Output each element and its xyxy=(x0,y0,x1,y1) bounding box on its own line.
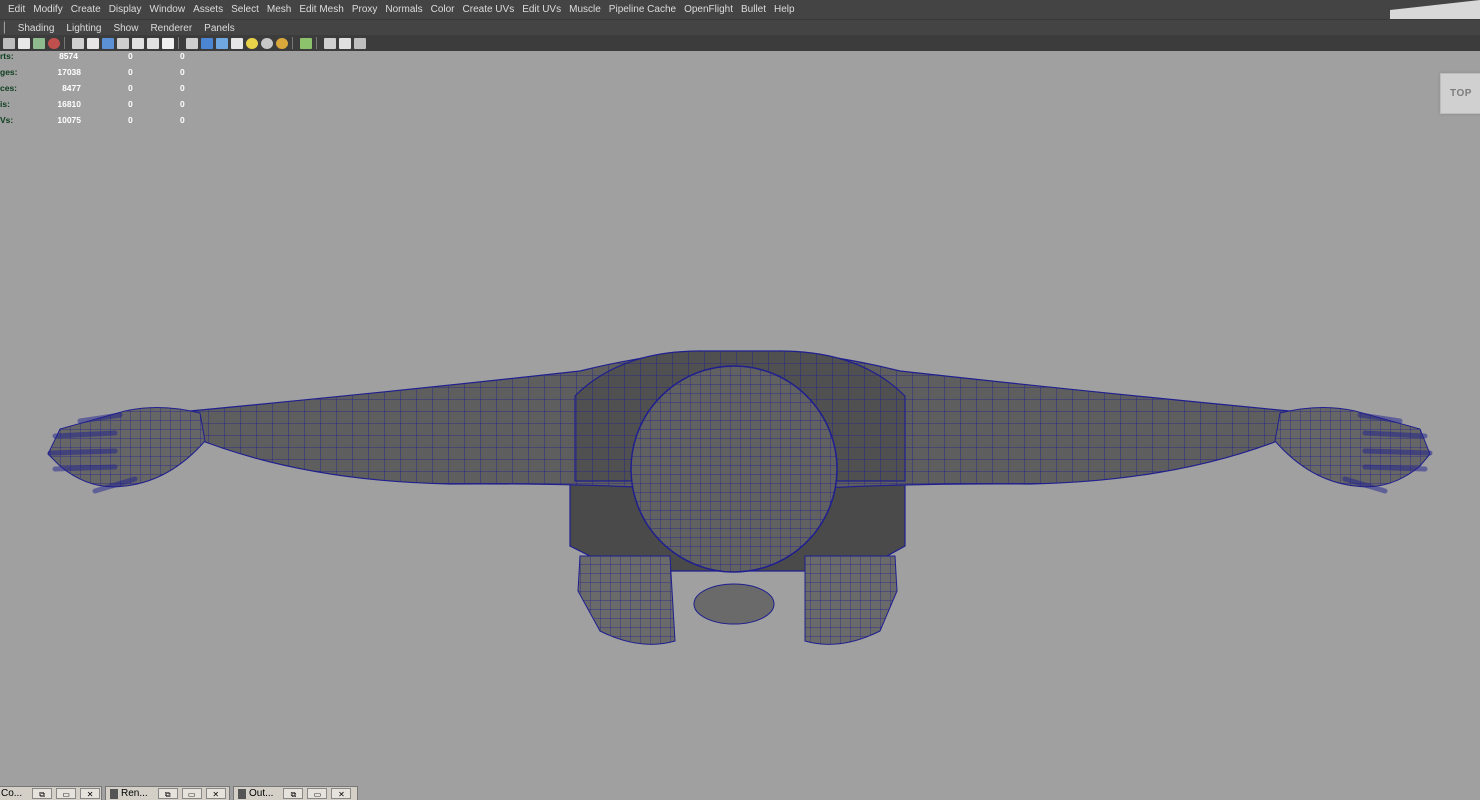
menu-help[interactable]: Help xyxy=(771,4,800,15)
panel-menu-lighting[interactable]: Lighting xyxy=(60,23,107,34)
toolbar-separator xyxy=(64,37,65,49)
menu-pipeline-cache[interactable]: Pipeline Cache xyxy=(606,4,681,15)
menu-edit-uvs[interactable]: Edit UVs xyxy=(519,4,566,15)
panel-menu-shading[interactable]: Shading xyxy=(12,23,61,34)
image-plane-icon[interactable] xyxy=(33,37,45,49)
menu-assets[interactable]: Assets xyxy=(190,4,228,15)
menu-display[interactable]: Display xyxy=(106,4,147,15)
film-gate-icon[interactable] xyxy=(72,37,84,49)
camera-attributes-icon[interactable] xyxy=(3,37,15,49)
panel-menu-panels[interactable]: Panels xyxy=(198,23,241,34)
menu-edit[interactable]: Edit xyxy=(0,4,30,15)
close-button[interactable]: ✕ xyxy=(80,788,101,799)
menu-proxy[interactable]: Proxy xyxy=(349,4,383,15)
right-hand xyxy=(1274,406,1433,494)
default-light-icon[interactable] xyxy=(216,37,228,49)
window-label: Out... xyxy=(249,788,274,799)
isolate-icon[interactable] xyxy=(186,37,198,49)
close-button[interactable]: ✕ xyxy=(205,788,226,799)
wireframe-icon[interactable] xyxy=(102,37,114,49)
xray-icon[interactable] xyxy=(201,37,213,49)
viewport[interactable]: rts: 8574 0 0 ges: 17038 0 0 ces: 8477 0 0 is: 168… xyxy=(0,51,1480,785)
menu-openflight[interactable]: OpenFlight xyxy=(681,4,738,15)
bookmark-icon[interactable] xyxy=(18,37,30,49)
outliner-window-icon xyxy=(238,788,246,799)
menu-create[interactable]: Create xyxy=(68,4,106,15)
menu-modify[interactable]: Modify xyxy=(30,4,67,15)
toolbar-separator xyxy=(316,37,317,49)
menu-bullet[interactable]: Bullet xyxy=(738,4,771,15)
textured-icon[interactable] xyxy=(147,37,159,49)
viewcube-icon[interactable] xyxy=(300,37,312,49)
all-lights-icon[interactable] xyxy=(231,37,243,49)
lighting-icon[interactable] xyxy=(162,37,174,49)
smooth-shade-icon[interactable] xyxy=(117,37,129,49)
restore-button[interactable]: ⧉ xyxy=(157,788,178,799)
resolution-gate-icon[interactable] xyxy=(87,37,99,49)
panel-menu-edge-marker: ▏ xyxy=(4,22,12,34)
left-foot xyxy=(577,555,676,645)
share-icon[interactable] xyxy=(354,37,366,49)
shaded-wire-icon[interactable] xyxy=(132,37,144,49)
maximize-button[interactable]: ▭ xyxy=(307,788,328,799)
right-foot xyxy=(804,555,898,645)
character-mesh[interactable] xyxy=(0,51,1480,785)
grid-icon[interactable] xyxy=(48,37,60,49)
menu-normals[interactable]: Normals xyxy=(382,4,427,15)
toolbar-separator xyxy=(178,37,179,49)
menu-select[interactable]: Select xyxy=(228,4,264,15)
maximize-button[interactable]: ▭ xyxy=(181,788,202,799)
menu-create-uvs[interactable]: Create UVs xyxy=(460,4,520,15)
panel-toolbar xyxy=(0,35,1480,52)
panel-menubar: ▏ Shading Lighting Show Renderer Panels xyxy=(0,19,1480,36)
camera-icon[interactable] xyxy=(324,37,336,49)
menu-edit-mesh[interactable]: Edit Mesh xyxy=(296,4,348,15)
menu-muscle[interactable]: Muscle xyxy=(566,4,606,15)
minimized-window-co[interactable]: Co... ⧉ ▭ ✕ xyxy=(0,786,102,800)
window-corner-decoration xyxy=(1390,0,1480,19)
panel-menu-renderer[interactable]: Renderer xyxy=(144,23,198,34)
menu-window[interactable]: Window xyxy=(147,4,191,15)
shadows-icon[interactable] xyxy=(246,37,258,49)
render-window-icon xyxy=(110,788,118,799)
toolbar-separator xyxy=(292,37,293,49)
close-button[interactable]: ✕ xyxy=(331,788,352,799)
window-label: Ren... xyxy=(121,788,148,799)
menu-color[interactable]: Color xyxy=(428,4,460,15)
select-icon[interactable] xyxy=(261,37,273,49)
main-menubar: Edit Modify Create Display Window Assets… xyxy=(0,0,1480,19)
restore-button[interactable]: ⧉ xyxy=(283,788,304,799)
menu-mesh[interactable]: Mesh xyxy=(264,4,296,15)
window-label: Co... xyxy=(1,788,23,799)
minimized-window-outliner[interactable]: Out... ⧉ ▭ ✕ xyxy=(233,786,358,800)
panel-layout-icon[interactable] xyxy=(276,37,288,49)
minimized-windows-bar: Co... ⧉ ▭ ✕ Ren... ⧉ ▭ ✕ Out... ⧉ ▭ ✕ xyxy=(0,785,1480,800)
restore-button[interactable]: ⧉ xyxy=(32,788,53,799)
maximize-button[interactable]: ▭ xyxy=(56,788,77,799)
layout-icon[interactable] xyxy=(339,37,351,49)
panel-menu-show[interactable]: Show xyxy=(107,23,144,34)
minimized-window-render[interactable]: Ren... ⧉ ▭ ✕ xyxy=(105,786,230,800)
left-hand xyxy=(47,406,206,494)
